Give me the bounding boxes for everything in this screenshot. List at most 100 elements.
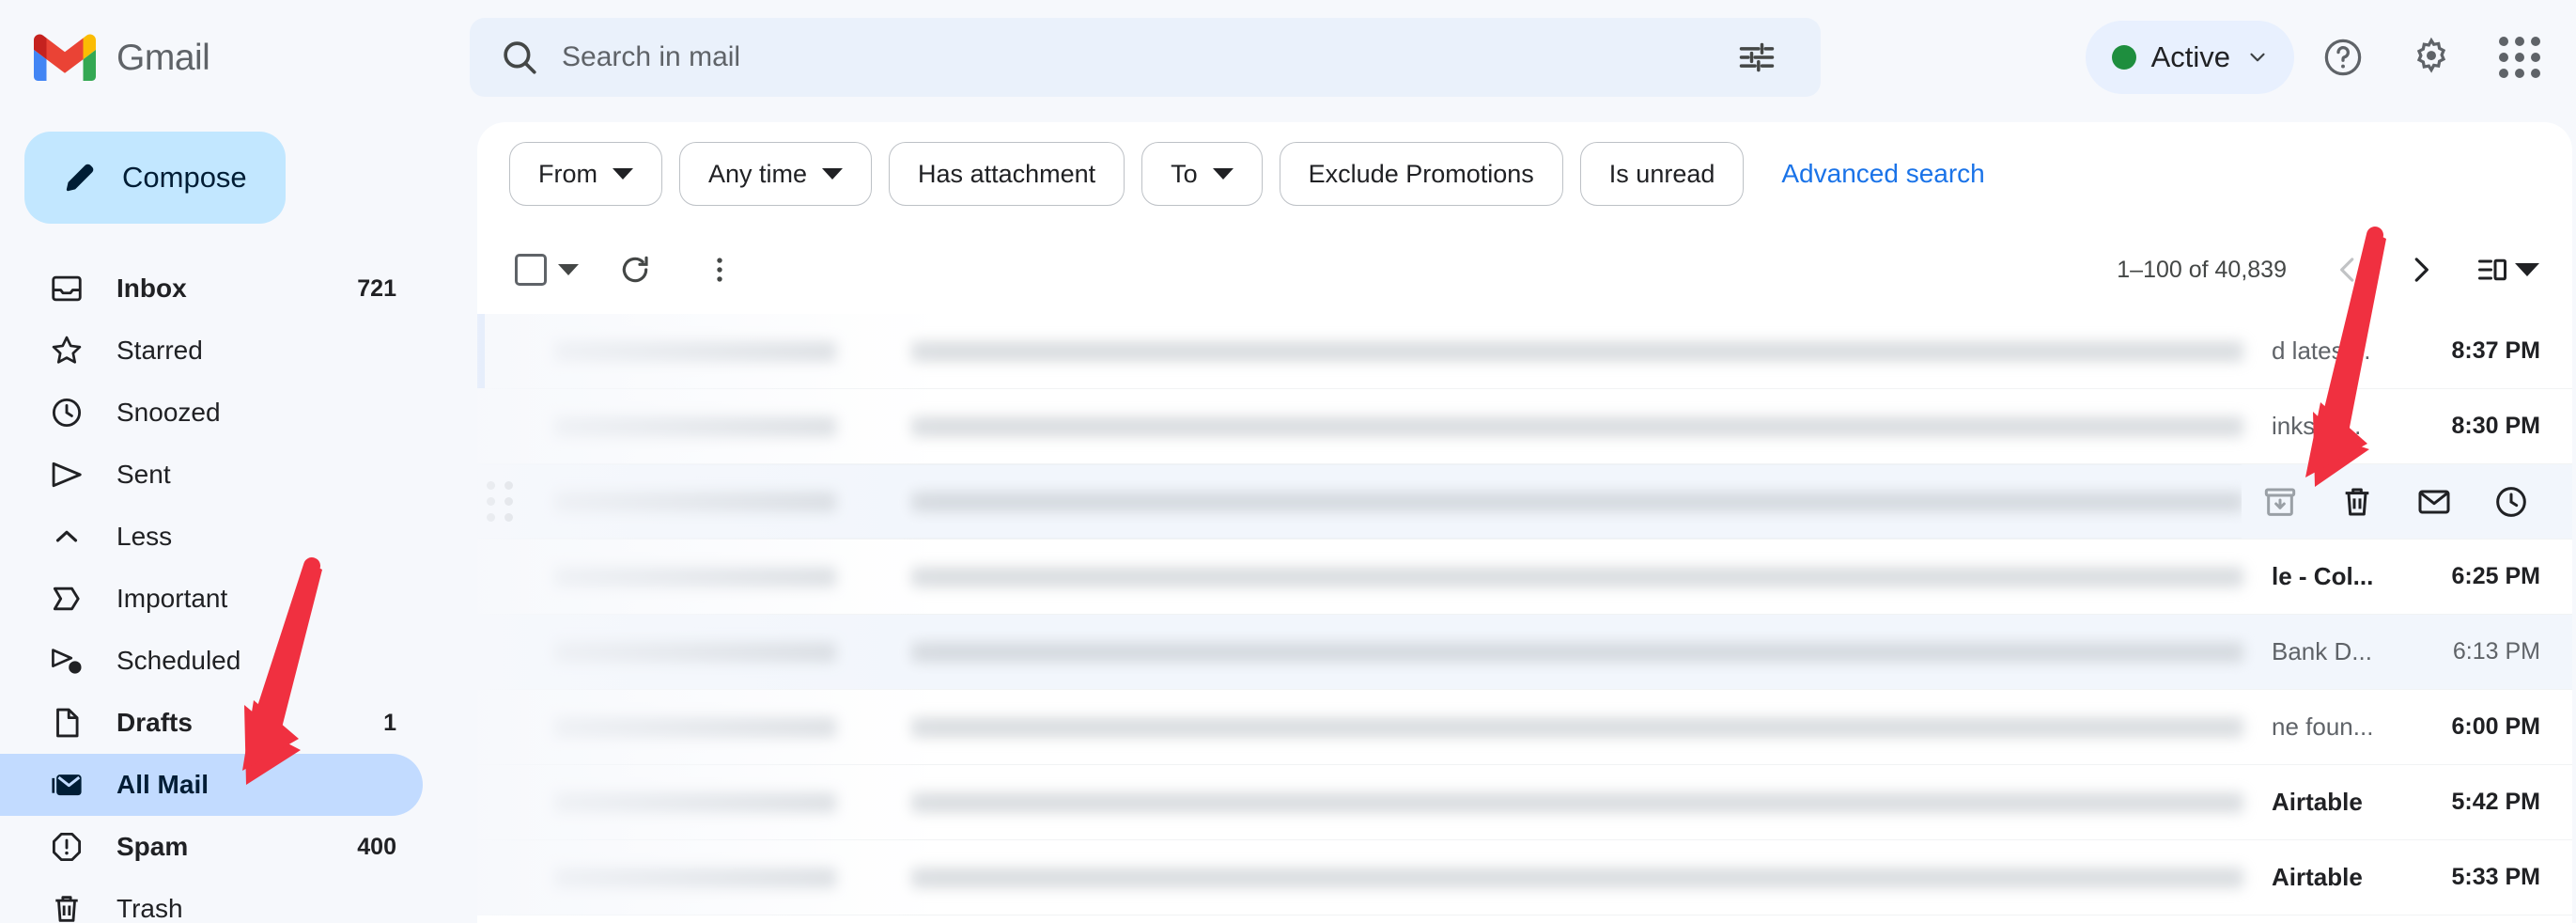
chip-any-time[interactable]: Any time <box>679 142 873 206</box>
help-button[interactable] <box>2304 18 2382 97</box>
sidebar-count: 400 <box>357 833 396 860</box>
search-options-button[interactable] <box>1717 18 1796 97</box>
advanced-search-link[interactable]: Advanced search <box>1781 159 1984 189</box>
checkbox-icon[interactable] <box>515 254 547 286</box>
chip-label: Exclude Promotions <box>1308 159 1534 188</box>
row-content <box>522 791 2272 813</box>
table-row[interactable]: le - Col... 6:25 PM <box>477 540 2572 615</box>
more-options-button[interactable] <box>686 236 753 304</box>
archive-button[interactable] <box>2242 464 2319 539</box>
table-row[interactable]: ne foun... 6:00 PM <box>477 690 2572 765</box>
table-row[interactable]: Bank D... 6:13 PM <box>477 615 2572 690</box>
table-row[interactable]: d latest... 8:37 PM <box>477 314 2572 389</box>
table-row[interactable]: inks, J... 8:30 PM <box>477 389 2572 464</box>
status-dot-icon <box>2111 45 2136 70</box>
sidebar-item-trash[interactable]: Trash <box>0 878 423 923</box>
display-density-icon <box>2478 258 2506 281</box>
sender-redacted <box>554 491 836 512</box>
chip-has-attachment[interactable]: Has attachment <box>889 142 1125 206</box>
row-tail: le - Col... 6:25 PM <box>2272 562 2572 591</box>
sender-redacted <box>554 415 836 437</box>
sidebar-item-sent[interactable]: Sent <box>0 444 423 506</box>
compose-button[interactable]: Compose <box>24 132 286 224</box>
sidebar-item-less[interactable]: Less <box>0 506 423 568</box>
sidebar-label: All Mail <box>116 770 209 799</box>
sidebar-label: Spam <box>116 832 189 861</box>
google-apps-grid-icon <box>2499 37 2540 78</box>
chip-is-unread[interactable]: Is unread <box>1579 142 1745 206</box>
trash-icon <box>55 896 78 922</box>
row-content <box>522 641 2272 663</box>
sidebar-item-inbox[interactable]: Inbox 721 <box>0 258 423 320</box>
snippet-tail: d latest... <box>2272 336 2371 365</box>
search-input[interactable] <box>539 41 1717 73</box>
row-time: 5:42 PM <box>2451 789 2540 815</box>
chip-from[interactable]: From <box>509 142 662 206</box>
table-row[interactable]: Airtable 5:42 PM <box>477 765 2572 840</box>
row-tail: Airtable 5:42 PM <box>2272 788 2572 817</box>
help-icon <box>2324 39 2362 76</box>
google-apps-button[interactable] <box>2480 18 2559 97</box>
previous-page-button[interactable] <box>2315 237 2381 303</box>
status-active-button[interactable]: Active <box>2085 21 2294 94</box>
sidebar-item-starred[interactable]: Starred <box>0 320 423 382</box>
settings-button[interactable] <box>2392 18 2471 97</box>
draft-page-icon <box>56 708 79 738</box>
sidebar-count: 1 <box>383 709 396 736</box>
chip-to[interactable]: To <box>1141 142 1263 206</box>
list-toolbar: 1–100 of 40,839 <box>477 226 2572 314</box>
brand-name: Gmail <box>116 37 210 78</box>
drag-handle[interactable] <box>477 464 522 539</box>
chip-label: Has attachment <box>918 159 1096 188</box>
pencil-icon <box>66 164 94 192</box>
snooze-button[interactable] <box>2473 464 2550 539</box>
sidebar-item-scheduled[interactable]: Scheduled <box>0 630 423 692</box>
trash-icon <box>2345 488 2369 516</box>
row-tail: ne foun... 6:00 PM <box>2272 712 2572 742</box>
chevron-right-icon <box>2414 258 2429 282</box>
important-chevron-icon <box>53 587 80 611</box>
delete-button[interactable] <box>2319 464 2396 539</box>
subject-redacted <box>911 716 2243 738</box>
sidebar-item-snoozed[interactable]: Snoozed <box>0 382 423 444</box>
chevron-down-icon[interactable] <box>558 264 579 275</box>
snippet-tail: Bank D... <box>2272 637 2372 665</box>
row-time: 6:13 PM <box>2452 638 2540 665</box>
table-row-hovered[interactable] <box>477 464 2572 540</box>
chip-exclude-promotions[interactable]: Exclude Promotions <box>1279 142 1563 206</box>
sidebar-label: Less <box>116 522 173 551</box>
display-density-button[interactable] <box>2475 237 2540 303</box>
next-page-button[interactable] <box>2388 237 2454 303</box>
mark-as-unread-button[interactable] <box>2396 464 2473 539</box>
subject-redacted <box>911 566 2243 587</box>
table-row[interactable]: Airtable 5:33 PM <box>477 840 2572 915</box>
scheduled-send-icon <box>52 649 82 674</box>
all-mail-icon <box>52 774 82 796</box>
search-box[interactable] <box>470 18 1821 97</box>
search-area <box>470 18 1821 97</box>
chip-label: From <box>538 159 597 188</box>
mail-panel: From Any time Has attachment To Exclude … <box>477 122 2572 923</box>
select-all-control[interactable] <box>509 246 584 293</box>
caret-down-icon <box>822 168 844 180</box>
gmail-brand[interactable]: Gmail <box>0 0 470 115</box>
sidebar-nav: Inbox 721 Starred Snoozed Sent Less Impo… <box>0 258 470 923</box>
row-tail: d latest... 8:37 PM <box>2272 336 2572 366</box>
caret-down-icon <box>2515 263 2539 276</box>
sidebar-item-all-mail[interactable]: All Mail <box>0 754 423 816</box>
sidebar-item-important[interactable]: Important <box>0 568 423 630</box>
row-time: 8:37 PM <box>2451 337 2540 364</box>
row-time: 5:33 PM <box>2451 864 2540 890</box>
sidebar-item-drafts[interactable]: Drafts 1 <box>0 692 423 754</box>
envelope-icon <box>2418 490 2450 514</box>
clock-icon <box>2496 487 2526 517</box>
status-label: Active <box>2150 40 2230 73</box>
refresh-button[interactable] <box>601 236 669 304</box>
compose-label: Compose <box>122 161 247 194</box>
gear-icon <box>2416 37 2446 73</box>
sidebar-item-spam[interactable]: Spam 400 <box>0 816 423 878</box>
chevron-left-icon <box>2340 258 2354 282</box>
row-content <box>522 566 2272 587</box>
page-range-label: 1–100 of 40,839 <box>2117 256 2287 283</box>
sidebar-label: Trash <box>116 894 183 923</box>
